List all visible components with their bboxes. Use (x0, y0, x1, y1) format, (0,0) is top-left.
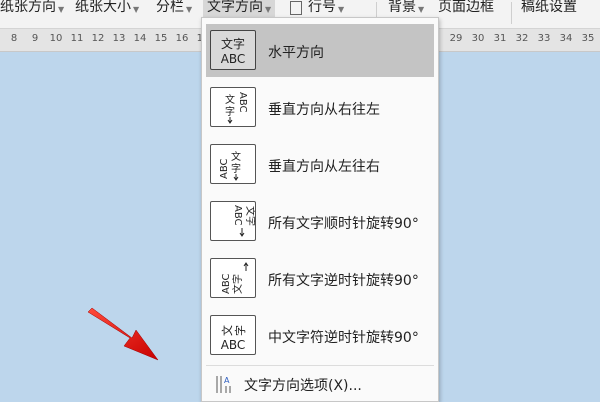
manuscript-settings-button[interactable]: 稿纸设置 (521, 0, 577, 28)
columns-button[interactable]: 分栏 ▼ (156, 0, 192, 28)
svg-text:文: 文 (220, 325, 234, 336)
text-direction-options-button[interactable]: A 文字方向选项(X)... (206, 370, 434, 398)
menu-item-horizontal[interactable]: 文字 ABC 水平方向 (206, 24, 434, 77)
menu-item-label: 所有文字逆时针旋转90° (268, 273, 419, 289)
svg-text:文字: 文字 (231, 274, 244, 294)
ruler-tick: 11 (70, 33, 84, 44)
menu-item-label: 垂直方向从左往右 (268, 159, 380, 175)
chinese-rotate-counterclockwise-icon: 文 字 ABC (210, 315, 256, 355)
paper-size-label: 纸张大小 (75, 0, 131, 15)
chevron-down-icon: ▼ (58, 5, 65, 14)
page-border-button[interactable]: 页面边框 (438, 0, 494, 28)
ruler-tick: 12 (91, 33, 105, 44)
ruler-tick: 34 (559, 33, 573, 44)
toolbar-separator (511, 2, 512, 24)
paper-orientation-label: 纸张方向 (0, 0, 56, 15)
ruler-tick: 10 (49, 33, 63, 44)
paper-size-button[interactable]: 纸张大小 ▼ (75, 0, 139, 28)
ruler-tick: 30 (471, 33, 485, 44)
svg-text:文: 文 (231, 150, 241, 163)
horizontal-icon-cjk: 文字 (221, 36, 245, 51)
ruler-tick: 9 (31, 33, 39, 44)
red-pointer-arrow (87, 307, 159, 361)
svg-text:字: 字 (233, 325, 247, 336)
ruler-tick: 31 (493, 33, 507, 44)
menu-divider (206, 365, 434, 366)
svg-text:文字: 文字 (244, 206, 255, 226)
menu-item-label: 水平方向 (268, 45, 324, 61)
menu-item-label: 中文字符逆时针旋转90° (268, 330, 419, 346)
menu-item-label: 所有文字顺时针旋转90° (268, 216, 419, 232)
svg-text:ABC: ABC (232, 205, 243, 226)
columns-label: 分栏 (156, 0, 184, 15)
horizontal-text-icon: 文字 ABC (210, 30, 256, 70)
chevron-down-icon: ▼ (338, 5, 345, 14)
ruler-tick: 16 (175, 33, 189, 44)
menu-item-vertical-ltr[interactable]: ABC 文 字 垂直方向从左往右 (206, 138, 434, 191)
page-border-label: 页面边框 (438, 0, 494, 15)
svg-text:ABC: ABC (237, 92, 248, 113)
rotate-counterclockwise-icon: ABC 文字 (210, 258, 256, 298)
ruler-tick: 32 (515, 33, 529, 44)
text-direction-label: 文字方向 (207, 0, 263, 15)
ruler-tick: 14 (133, 33, 147, 44)
menu-item-rotate-counterclockwise[interactable]: ABC 文字 所有文字逆时针旋转90° (206, 252, 434, 305)
ruler-tick: 13 (112, 33, 126, 44)
svg-text:A: A (224, 376, 230, 385)
text-direction-menu: 文字 ABC 水平方向 ABC 文 字 垂直方向从右往左 ABC 文 字 垂直方 (201, 17, 439, 402)
menu-item-vertical-rtl[interactable]: ABC 文 字 垂直方向从右往左 (206, 81, 434, 134)
background-label: 背景 (388, 0, 416, 15)
paper-orientation-button[interactable]: 纸张方向 ▼ (0, 0, 64, 28)
chevron-down-icon: ▼ (186, 5, 193, 14)
svg-text:文: 文 (225, 93, 235, 106)
ruler-tick: 15 (154, 33, 168, 44)
vertical-right-to-left-icon: ABC 文 字 (210, 87, 256, 127)
line-number-label: 行号 (308, 0, 336, 15)
manuscript-settings-label: 稿纸设置 (521, 0, 577, 15)
menu-item-rotate-clockwise[interactable]: ABC 文字 所有文字顺时针旋转90° (206, 195, 434, 248)
chevron-down-icon: ▼ (418, 5, 425, 14)
svg-text:ABC: ABC (221, 273, 232, 294)
chinese-rotate-icon-abc: ABC (221, 338, 246, 352)
svg-text:字: 字 (231, 162, 241, 175)
svg-text:ABC: ABC (219, 158, 230, 179)
text-direction-options-icon: A (214, 373, 236, 395)
chevron-down-icon: ▼ (133, 5, 140, 14)
vertical-left-to-right-icon: ABC 文 字 (210, 144, 256, 184)
menu-item-label: 垂直方向从右往左 (268, 102, 380, 118)
svg-text:字: 字 (225, 105, 235, 118)
ruler-tick: 35 (581, 33, 595, 44)
menu-item-chinese-rotate[interactable]: 文 字 ABC 中文字符逆时针旋转90° (206, 309, 434, 362)
rotate-clockwise-icon: ABC 文字 (210, 201, 256, 241)
ruler-tick: 8 (10, 33, 18, 44)
text-direction-options-label: 文字方向选项(X)... (244, 378, 362, 394)
ruler-tick: 29 (449, 33, 463, 44)
horizontal-icon-abc: ABC (221, 52, 246, 66)
chevron-down-icon: ▼ (265, 5, 272, 14)
line-number-icon (290, 1, 302, 15)
ruler-tick: 33 (537, 33, 551, 44)
